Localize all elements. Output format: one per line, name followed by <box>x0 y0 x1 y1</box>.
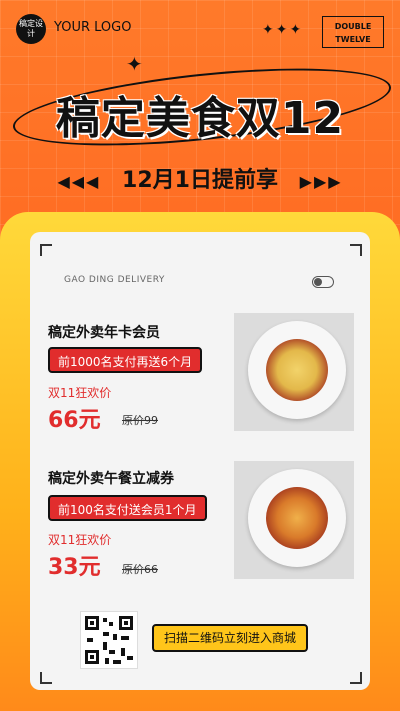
corner-mark <box>350 672 362 684</box>
right-arrows-icon: ▶▶▶ <box>299 172 343 191</box>
food-image-pasta <box>234 461 354 579</box>
promo-label: 双11狂欢价 <box>48 386 112 400</box>
corner-mark <box>350 244 362 256</box>
price: 33元 <box>48 555 101 580</box>
qr-code-icon <box>85 616 133 664</box>
pasta <box>266 487 328 549</box>
offer-badge[interactable]: 前100名支付送会员1个月 <box>48 495 207 521</box>
delivery-label: GAO DING DELIVERY <box>64 275 165 285</box>
twelve-label: TWELVE <box>335 35 371 44</box>
headline: 稿定美食双12 <box>0 82 400 146</box>
headline-title: 稿定美食双12 <box>55 93 345 144</box>
headline-subtitle: 12月1日提前享 <box>122 168 278 193</box>
corner-mark <box>40 244 52 256</box>
qr-code[interactable] <box>80 611 138 669</box>
toggle-switch[interactable] <box>312 276 334 288</box>
price: 66元 <box>48 408 101 433</box>
plate <box>248 469 346 567</box>
food-image-pasta <box>234 313 354 431</box>
left-arrows-icon: ◀◀◀ <box>57 172 101 191</box>
item-title: 稿定外卖午餐立减券 <box>48 471 174 487</box>
double-twelve-badge: DOUBLE TWELVE <box>322 16 384 48</box>
offer-badge[interactable]: 前1000名支付再送6个月 <box>48 347 203 373</box>
plate <box>248 321 346 419</box>
double-label: DOUBLE <box>334 22 372 31</box>
pasta <box>266 339 328 401</box>
sparkle-icon: ✦ <box>126 52 143 76</box>
original-price: 原价66 <box>122 563 158 576</box>
logo-text: YOUR LOGO <box>54 20 132 35</box>
sparkle-icons: ✦✦✦ <box>262 22 304 38</box>
logo-badge: 稿定设计 <box>16 14 46 44</box>
corner-mark <box>40 672 52 684</box>
original-price: 原价99 <box>122 414 158 427</box>
scan-to-shop-button[interactable]: 扫描二维码立刻进入商城 <box>152 624 309 652</box>
item-title: 稿定外卖年卡会员 <box>48 325 160 341</box>
subtitle-row: ◀◀◀ 12月1日提前享 ▶▶▶ <box>0 162 400 194</box>
promo-label: 双11狂欢价 <box>48 533 112 547</box>
